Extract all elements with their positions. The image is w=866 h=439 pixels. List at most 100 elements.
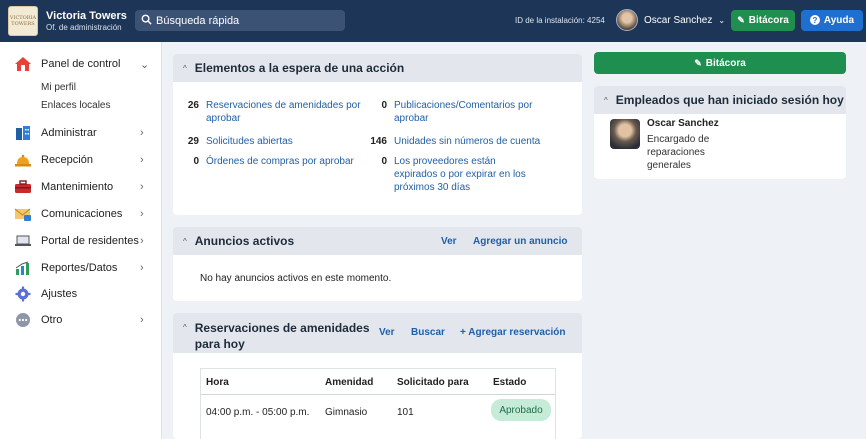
search-reservations-link[interactable]: Buscar <box>411 327 445 338</box>
edit-icon: ✎ <box>694 57 702 68</box>
add-reservation-link[interactable]: + Agregar reservación <box>460 327 566 338</box>
column-header[interactable]: Solicitado para <box>397 377 469 388</box>
pending-item[interactable]: 26 Reservaciones de amenidades por aprob… <box>179 99 369 125</box>
panel-header[interactable]: ^ Elementos a la espera de una acción <box>173 54 582 82</box>
collapse-icon[interactable]: ^ <box>604 96 608 105</box>
item-link[interactable]: Publicaciones/Comentarios por aprobar <box>394 99 547 125</box>
sidebar-sub-local-links[interactable]: Enlaces locales <box>41 100 110 111</box>
item-link[interactable]: Unidades sin números de cuenta <box>394 135 540 148</box>
sidebar-item-label: Comunicaciones <box>41 208 123 220</box>
employee-name[interactable]: Oscar Sanchez <box>647 118 719 129</box>
item-count: 0 <box>381 100 387 111</box>
building-icon <box>13 124 33 142</box>
sidebar-item-other[interactable]: Otro › <box>0 309 162 331</box>
sidebar-item-resident-portal[interactable]: Portal de residentes › <box>0 230 162 252</box>
item-count: 0 <box>193 156 199 167</box>
item-count: 0 <box>381 156 387 167</box>
sidebar-item-reception[interactable]: Recepción › <box>0 149 162 171</box>
chevron-down-icon: ⌄ <box>140 58 150 71</box>
sidebar-item-label: Otro <box>41 314 63 326</box>
column-header[interactable]: Hora <box>206 377 229 388</box>
org-logo[interactable]: VICTORIA TOWERS <box>8 6 38 36</box>
item-link[interactable]: Órdenes de compras por aprobar <box>206 155 354 168</box>
org-info: Victoria Towers Of. de administración <box>46 10 134 32</box>
chevron-down-icon: ⌄ <box>718 15 726 25</box>
add-announcement-link[interactable]: Agregar un anuncio <box>473 236 567 247</box>
user-name: Oscar Sanchez <box>644 14 713 26</box>
search-placeholder: Búsqueda rápida <box>156 14 240 27</box>
panel-header[interactable]: ^ Empleados que han iniciado sesión hoy <box>594 86 846 114</box>
pending-item[interactable]: 0 Publicaciones/Comentarios por aprobar <box>367 99 547 125</box>
org-subtitle: Of. de administración <box>46 23 122 32</box>
search-icon <box>141 14 152 28</box>
help-label: Ayuda <box>823 15 855 26</box>
laptop-icon <box>13 232 33 250</box>
sidebar-item-communications[interactable]: Comunicaciones › <box>0 203 162 225</box>
reservation-time: 04:00 p.m. - 05:00 p.m. <box>206 407 310 418</box>
chart-icon <box>13 259 33 277</box>
pending-item[interactable]: 146 Unidades sin números de cuenta <box>367 135 567 148</box>
collapse-icon[interactable]: ^ <box>183 237 187 246</box>
gear-icon <box>13 285 33 303</box>
installation-id: ID de la instalación: 4254 <box>515 16 605 25</box>
sidebar-item-settings[interactable]: Ajustes <box>0 283 162 305</box>
sidebar-item-maintenance[interactable]: Mantenimiento › <box>0 176 162 198</box>
item-link[interactable]: Reservaciones de amenidades por aprobar <box>206 99 369 125</box>
help-button[interactable]: ? Ayuda <box>801 10 863 31</box>
chevron-right-icon: › <box>140 127 144 139</box>
employee-role: Encargado de reparaciones generales <box>647 134 710 171</box>
sidebar-item-label: Ajustes <box>41 288 78 300</box>
employees-panel: ^ Empleados que han iniciado sesión hoy … <box>594 86 846 179</box>
edit-icon: ✎ <box>737 15 745 25</box>
panel-title: Reservaciones de amenidades para hoy <box>194 321 370 351</box>
sidebar-item-label: Panel de control <box>41 58 121 70</box>
column-header[interactable]: Estado <box>493 377 526 388</box>
view-reservations-link[interactable]: Ver <box>379 327 395 338</box>
svg-text:?: ? <box>812 16 817 25</box>
more-icon <box>13 311 33 329</box>
chevron-right-icon: › <box>140 208 144 220</box>
sidebar-item-dashboard[interactable]: Panel de control ⌄ <box>0 53 162 75</box>
logbook-button[interactable]: ✎ Bitácora <box>731 10 795 31</box>
collapse-icon[interactable]: ^ <box>183 323 187 332</box>
quick-search-input[interactable]: Búsqueda rápida <box>135 10 345 31</box>
sidebar-item-label: Reportes/Datos <box>41 262 118 274</box>
item-link[interactable]: Los proveedores están expirados o por ex… <box>394 155 539 194</box>
sidebar-item-admin[interactable]: Administrar › <box>0 122 162 144</box>
reservation-requested-for: 101 <box>397 407 414 418</box>
help-icon: ? <box>809 14 820 27</box>
pending-item[interactable]: 0 Los proveedores están expirados o por … <box>367 155 539 194</box>
table-row[interactable]: 04:00 p.m. - 05:00 p.m. Gimnasio 101 Apr… <box>201 396 555 428</box>
user-avatar <box>616 9 638 31</box>
logbook-button-large[interactable]: ✎ Bitácora <box>594 52 846 74</box>
panel-title: Elementos a la espera de una acción <box>194 61 405 75</box>
pending-actions-panel: ^ Elementos a la espera de una acción 26… <box>173 54 582 215</box>
item-count: 146 <box>370 136 387 147</box>
column-header[interactable]: Amenidad <box>325 377 373 388</box>
panel-title: Anuncios activos <box>194 234 295 248</box>
bell-icon <box>13 151 33 169</box>
announcements-empty-text: No hay anuncios activos en este momento. <box>200 273 392 284</box>
view-announcements-link[interactable]: Ver <box>441 236 457 247</box>
pending-item[interactable]: 0 Órdenes de compras por aprobar <box>179 155 369 168</box>
sidebar-item-label: Recepción <box>41 154 93 166</box>
employee-avatar[interactable] <box>610 119 640 149</box>
status-badge[interactable]: Aprobado <box>491 399 551 421</box>
user-menu[interactable]: Oscar Sanchez ⌄ <box>616 9 725 31</box>
collapse-icon[interactable]: ^ <box>183 64 187 73</box>
mail-icon <box>13 205 33 223</box>
pending-item[interactable]: 29 Solicitudes abiertas <box>179 135 369 148</box>
item-link[interactable]: Solicitudes abiertas <box>206 135 293 148</box>
sidebar-item-reports[interactable]: Reportes/Datos › <box>0 257 162 279</box>
reservations-panel: ^ Reservaciones de amenidades para hoy V… <box>173 313 582 439</box>
sidebar-item-label: Portal de residentes <box>41 235 139 247</box>
reservation-amenity: Gimnasio <box>325 407 368 418</box>
reservations-table: Hora Amenidad Solicitado para Estado 04:… <box>200 368 556 439</box>
item-count: 29 <box>187 136 199 147</box>
chevron-right-icon: › <box>140 314 144 326</box>
announcements-panel: ^ Anuncios activos Ver Agregar un anunci… <box>173 227 582 301</box>
chevron-right-icon: › <box>140 235 144 247</box>
chevron-right-icon: › <box>140 154 144 166</box>
sidebar-sub-my-profile[interactable]: Mi perfil <box>41 82 76 93</box>
sidebar-item-label: Mantenimiento <box>41 181 114 193</box>
